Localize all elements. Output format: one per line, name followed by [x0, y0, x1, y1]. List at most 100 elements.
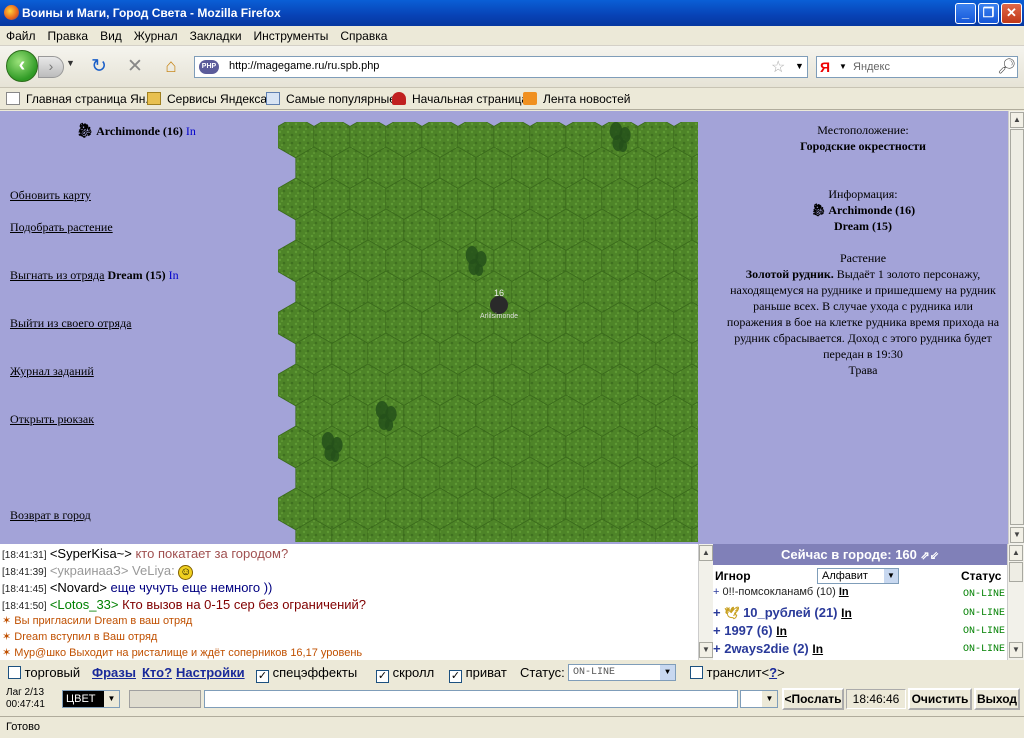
settings-link[interactable]: Настройки	[176, 665, 245, 680]
kick-target-info-link[interactable]: In	[169, 268, 179, 282]
scroll-checkbox[interactable]: ✓	[376, 670, 389, 683]
chat-text: кто покатает за городом?	[131, 546, 289, 561]
address-bar[interactable]: PHP http://magegame.ru/ru.spb.php ☆ ▼	[194, 56, 808, 78]
recipient-field[interactable]	[129, 690, 201, 708]
status-select[interactable]: ON-LINE ▼	[568, 664, 676, 681]
exit-button[interactable]: Выход	[974, 688, 1020, 710]
yandex-icon[interactable]: Я	[820, 59, 830, 75]
chevron-down-icon[interactable]: ▼	[884, 569, 898, 583]
menu-file[interactable]: Файл	[0, 26, 42, 43]
menu-tools[interactable]: Инструменты	[248, 26, 335, 43]
chevron-down-icon[interactable]: ▼	[762, 691, 777, 707]
search-icon[interactable]: 🔎︎	[997, 57, 1016, 75]
scroll-up-icon[interactable]: ▲	[1010, 112, 1024, 128]
hex-map-svg[interactable]: 16 Arlilsimonde	[278, 122, 698, 542]
minimize-icon[interactable]: _	[955, 3, 976, 24]
info-player-name[interactable]: Archimonde (16)	[828, 203, 915, 217]
user-row[interactable]: + 0!!-помсокланамб (10) In ON-LINE	[713, 586, 1007, 604]
trade-checkbox-row[interactable]: торговый	[8, 665, 80, 680]
folder-icon	[147, 92, 161, 105]
history-dropdown-icon[interactable]: ▼	[66, 58, 75, 68]
user-list-scrollbar[interactable]: ▲ ▼	[1007, 544, 1024, 660]
location-value: Городские окрестности	[800, 139, 926, 153]
send-button[interactable]: <Послать	[782, 688, 844, 710]
scroll-checkbox-row[interactable]: ✓ скролл	[376, 665, 434, 683]
mushroom-icon	[392, 92, 406, 105]
search-engine-dropdown-icon[interactable]: ▼	[839, 62, 847, 71]
translit-checkbox[interactable]	[690, 666, 703, 679]
menu-history[interactable]: Журнал	[128, 26, 184, 43]
scroll-up-icon[interactable]: ▲	[699, 545, 713, 561]
user-row[interactable]: + 2ways2die (2) In ON-LINE	[713, 641, 1007, 659]
scroll-down-icon[interactable]: ▼	[1010, 527, 1024, 543]
translit-checkbox-row[interactable]: транслит<?>	[690, 665, 785, 680]
chat-text: VeLiya:	[128, 563, 179, 578]
scroll-thumb[interactable]	[1009, 562, 1023, 582]
open-backpack-link[interactable]: Открыть рюкзак	[10, 412, 94, 427]
leave-party-link[interactable]: Выйти из своего отряда	[10, 316, 132, 331]
chat-nick[interactable]: <SyperKisa~>	[50, 546, 132, 561]
bookmark-news-feed[interactable]: Лента новостей	[523, 92, 631, 106]
star-icon: ✶	[2, 615, 12, 627]
kick-from-party-link[interactable]: Выгнать из отряда	[10, 268, 105, 282]
trade-checkbox[interactable]	[8, 666, 21, 679]
menu-edit[interactable]: Правка	[42, 26, 95, 43]
reload-icon[interactable]: ↻	[88, 56, 110, 78]
who-link[interactable]: Кто?	[142, 665, 172, 680]
chevron-down-icon[interactable]: ▼	[660, 665, 675, 680]
close-icon[interactable]: ✕	[1001, 3, 1022, 24]
url-dropdown-icon[interactable]: ▼	[795, 61, 804, 71]
popout-icon[interactable]: ⇗⇙	[921, 550, 939, 562]
private-checkbox[interactable]: ✓	[449, 670, 462, 683]
smiley-select[interactable]: ▼	[740, 690, 778, 708]
private-checkbox-row[interactable]: ✓ приват	[449, 665, 507, 683]
message-input[interactable]	[204, 690, 738, 708]
player-info-link[interactable]: In	[186, 124, 196, 138]
effects-checkbox[interactable]: ✓	[256, 670, 269, 683]
status-label: Статус:	[520, 665, 565, 680]
pickup-plant-link[interactable]: Подобрать растение	[10, 220, 113, 235]
scroll-down-icon[interactable]: ▼	[1009, 642, 1023, 658]
chat-scrollbar[interactable]: ▲ ▼	[698, 544, 713, 660]
hex-map[interactable]: 16 Arlilsimonde	[278, 122, 698, 542]
bookmark-yandex-services[interactable]: Сервисы Яндекса	[147, 92, 267, 106]
sort-select[interactable]: Алфавит ▼	[817, 568, 899, 584]
clear-button[interactable]: Очистить	[908, 688, 972, 710]
chat-nick[interactable]: <Novard>	[50, 580, 107, 595]
back-button[interactable]: ‹	[6, 50, 38, 82]
menu-view[interactable]: Вид	[94, 26, 128, 43]
scroll-up-icon[interactable]: ▲	[1009, 545, 1023, 561]
search-input[interactable]: Яндекс	[853, 61, 890, 73]
chevron-down-icon[interactable]: ▼	[104, 691, 119, 707]
online-count-header: Сейчас в городе: 160 ⇗⇙	[713, 544, 1007, 565]
user-row[interactable]: + 🕊︎ 10_рублей (21) In ON-LINE	[713, 605, 1007, 623]
player-name[interactable]: Archimonde (16)	[96, 124, 183, 138]
info-companion-name[interactable]: Dream (15)	[726, 218, 1000, 234]
phrases-link[interactable]: Фразы	[92, 665, 136, 680]
forward-button[interactable]: ›	[38, 56, 64, 78]
online-users-panel: Сейчас в городе: 160 ⇗⇙ Игнор Алфавит ▼ С…	[713, 544, 1007, 660]
page-scrollbar[interactable]: ▲ ▼	[1008, 111, 1024, 544]
stop-icon[interactable]: ✕	[124, 56, 146, 78]
chat-nick[interactable]: <Lotos_33>	[50, 597, 119, 612]
scroll-down-icon[interactable]: ▼	[699, 642, 713, 658]
return-to-city-link[interactable]: Возврат в город	[10, 508, 91, 523]
user-row[interactable]: + 1997 (6) In ON-LINE	[713, 623, 1007, 641]
menu-bookmarks[interactable]: Закладки	[184, 26, 248, 43]
search-box[interactable]: Я ▼ Яндекс 🔎︎	[816, 56, 1018, 78]
scroll-thumb[interactable]	[1010, 129, 1024, 525]
home-icon[interactable]: ⌂	[160, 56, 182, 78]
url-text[interactable]: http://magegame.ru/ru.spb.php	[229, 60, 379, 72]
menu-help[interactable]: Справка	[334, 26, 393, 43]
bookmark-start-page[interactable]: Начальная страница	[392, 92, 528, 106]
bookmark-star-icon[interactable]: ☆	[771, 57, 785, 77]
bookmark-yandex-home[interactable]: Главная страница Ян...	[6, 92, 155, 106]
refresh-map-link[interactable]: Обновить карту	[10, 188, 91, 203]
restore-icon[interactable]: ❐	[978, 3, 999, 24]
bookmark-most-popular[interactable]: Самые популярные	[266, 92, 396, 106]
translit-help-link[interactable]: ?	[769, 665, 777, 680]
chat-nick[interactable]: <украинааЗ>	[50, 563, 129, 578]
color-select[interactable]: ЦВЕТ ▼	[62, 690, 120, 708]
effects-checkbox-row[interactable]: ✓ спецэффекты	[256, 665, 357, 683]
quest-journal-link[interactable]: Журнал заданий	[10, 364, 94, 379]
